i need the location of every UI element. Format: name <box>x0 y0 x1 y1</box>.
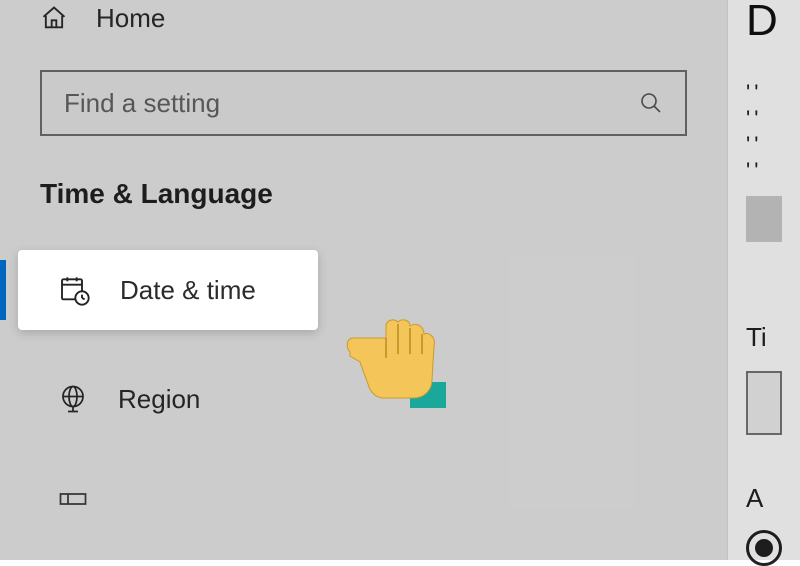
radio-partial[interactable] <box>746 530 782 566</box>
content-pane: D '' '' '' '' Ti A <box>727 0 800 560</box>
sidebar-item-date-time[interactable]: Date & time <box>18 250 318 330</box>
dropdown-partial[interactable] <box>746 371 782 435</box>
unknown-icon <box>58 492 88 506</box>
content-label-fragment-2: A <box>746 483 782 514</box>
sidebar-item-label: Region <box>118 384 200 415</box>
toggle-partial[interactable] <box>746 196 782 242</box>
globe-icon <box>58 384 88 414</box>
sidebar-item-label: Date & time <box>120 275 256 306</box>
home-icon <box>40 4 68 32</box>
sidebar-item-home[interactable]: Home <box>0 0 727 42</box>
search-input[interactable]: Find a setting <box>40 70 687 136</box>
sidebar-item-partial[interactable] <box>0 464 727 534</box>
search-placeholder: Find a setting <box>64 88 220 119</box>
calendar-clock-icon <box>58 274 90 306</box>
home-label: Home <box>96 3 165 34</box>
pointing-hand-icon <box>338 312 458 427</box>
content-label-fragment: Ti <box>746 322 782 353</box>
content-text-fragment: '' '' '' '' <box>746 80 782 184</box>
section-title: Time & Language <box>40 178 687 210</box>
settings-sidebar: Home Find a setting Time & Language <box>0 0 727 560</box>
search-icon <box>639 91 663 115</box>
page-title: D <box>746 0 782 46</box>
